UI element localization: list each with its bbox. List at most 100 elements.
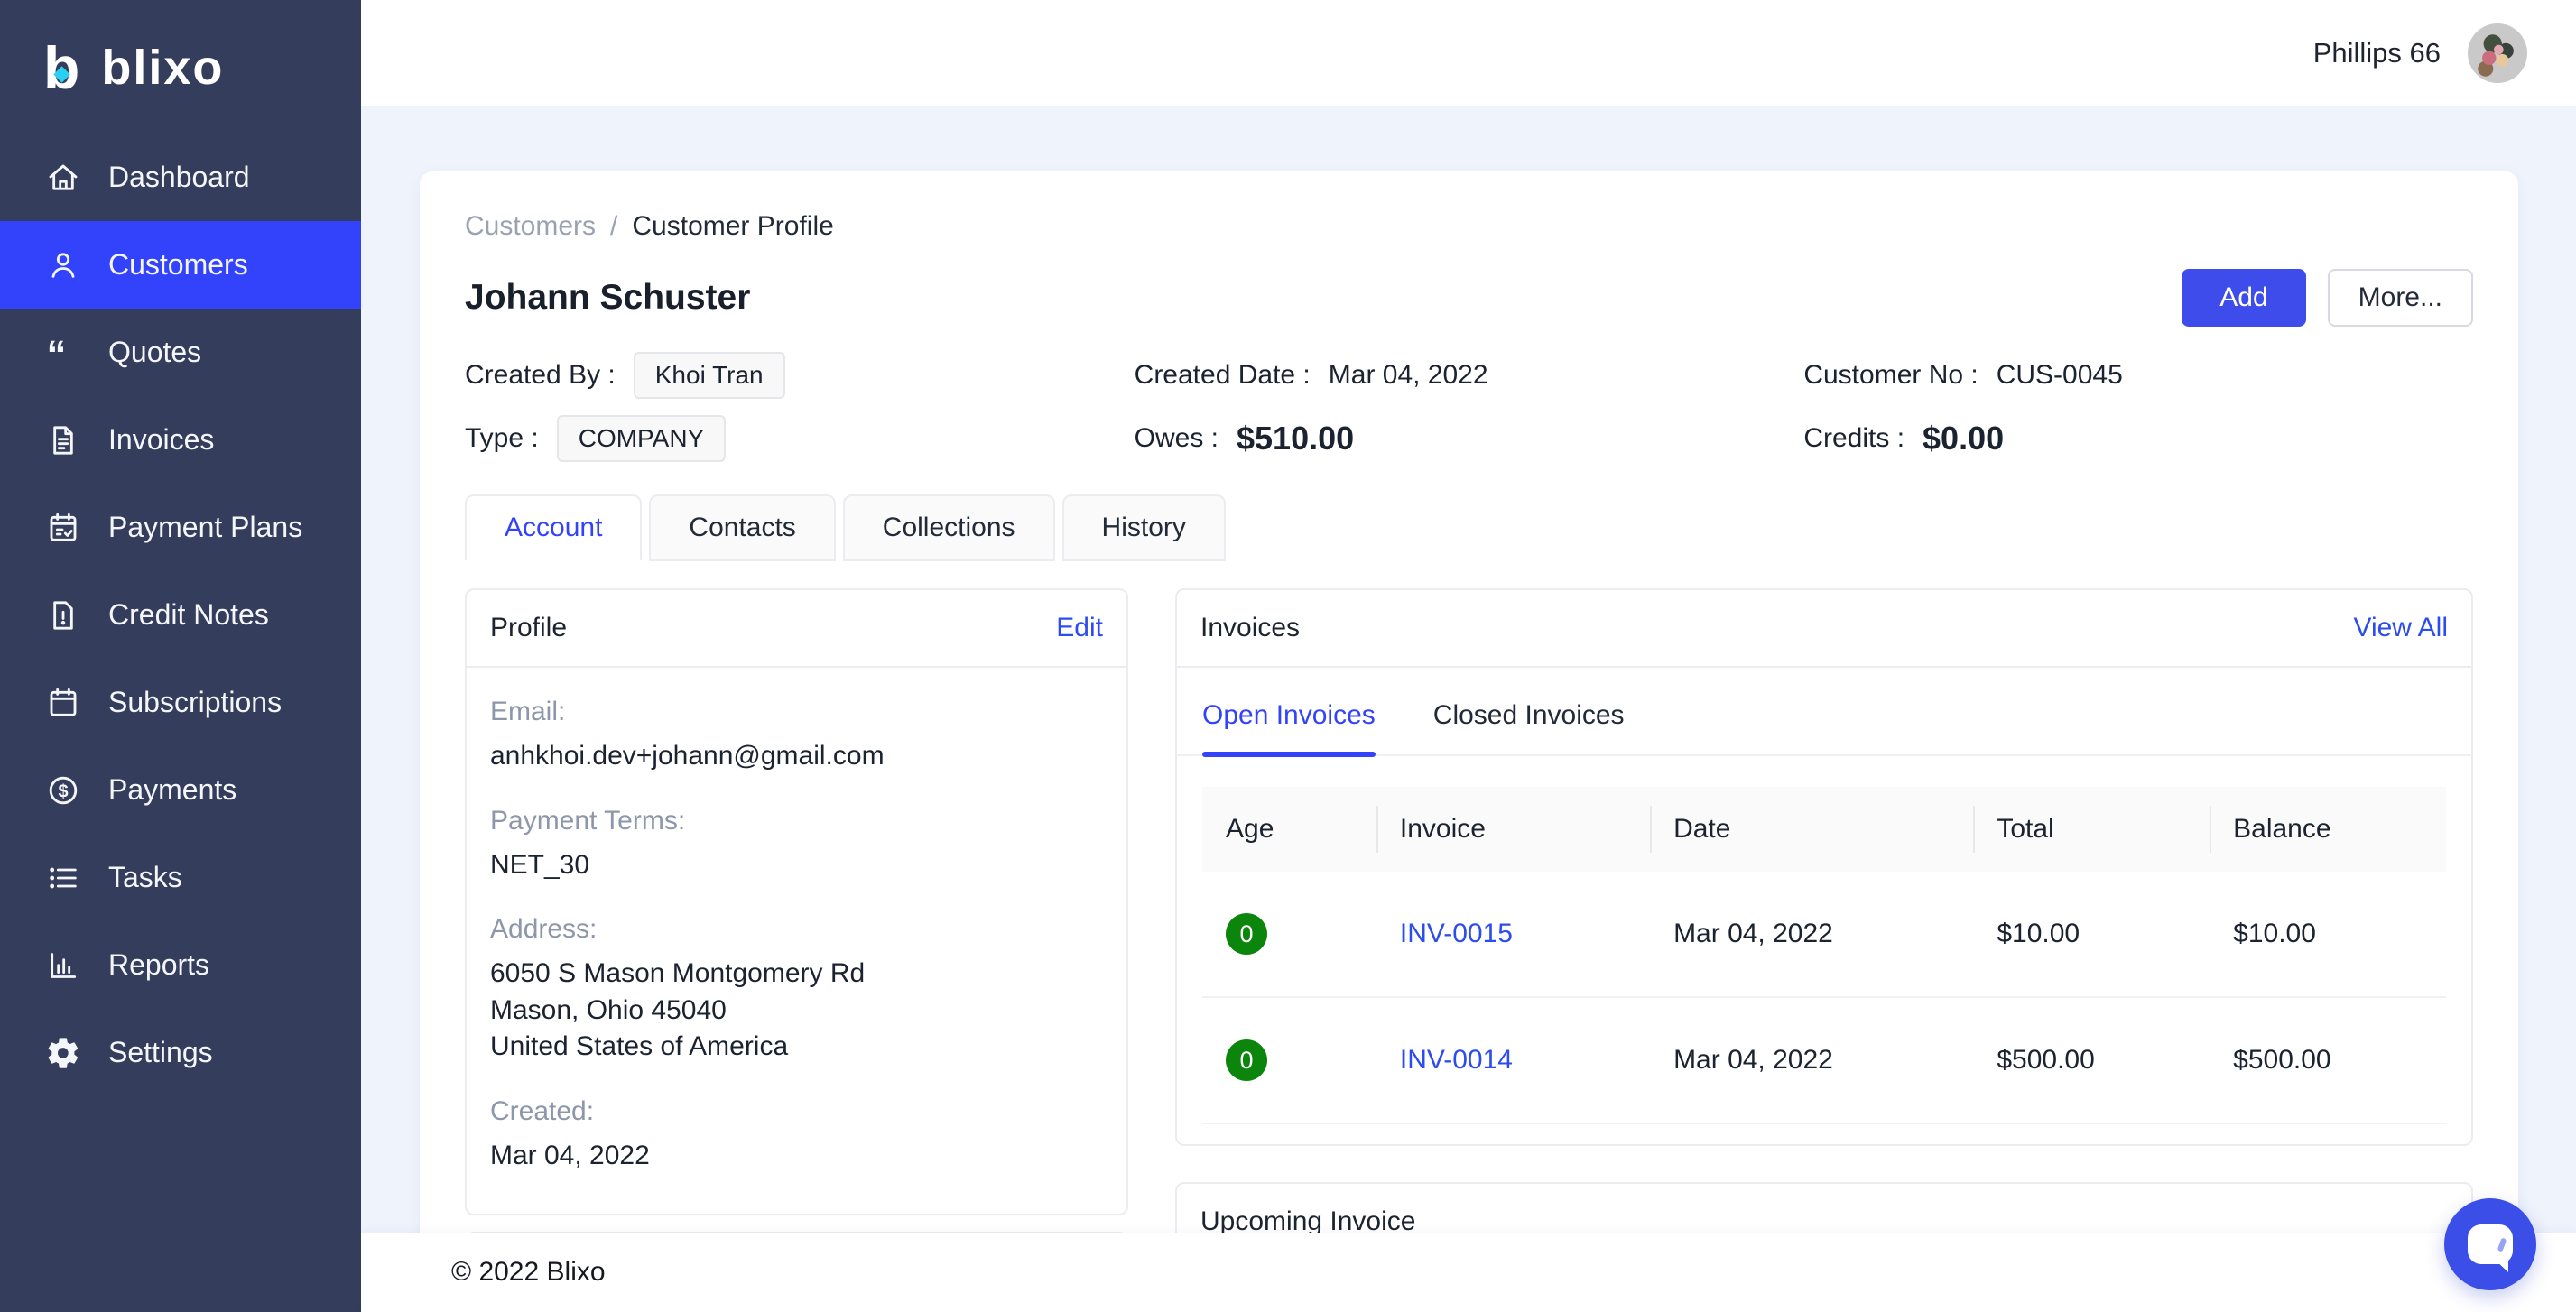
tab-open-invoices[interactable]: Open Invoices bbox=[1202, 689, 1376, 754]
right-column: Invoices View All Open Invoices Closed I… bbox=[1175, 588, 2473, 1312]
field-value: Mason, Ohio 45040 bbox=[490, 993, 1103, 1030]
column-date: Date bbox=[1650, 787, 1973, 872]
field-label: Address: bbox=[490, 914, 1103, 945]
sidebar-item-payments[interactable]: $ Payments bbox=[0, 746, 361, 834]
meta-label: Type : bbox=[465, 423, 539, 454]
view-all-link[interactable]: View All bbox=[2353, 613, 2448, 643]
meta-credits: Credits : $0.00 bbox=[1803, 420, 2473, 457]
invoices-tabbar: Open Invoices Closed Invoices bbox=[1177, 689, 2471, 756]
home-icon bbox=[45, 160, 81, 196]
blixo-logo-mark: b bbox=[43, 38, 79, 97]
profile-card-title: Profile bbox=[490, 613, 567, 643]
svg-text:$: $ bbox=[58, 781, 68, 801]
account-name[interactable]: Phillips 66 bbox=[2313, 37, 2441, 69]
profile-card: Profile Edit Email: anhkhoi.dev+johann@g… bbox=[465, 588, 1128, 1215]
svg-text:“: “ bbox=[47, 335, 67, 371]
profile-field-address: Address: 6050 S Mason Montgomery Rd Maso… bbox=[490, 914, 1103, 1066]
breadcrumb-customers[interactable]: Customers bbox=[465, 211, 596, 242]
customer-meta: Created By : Khoi Tran Created Date : Ma… bbox=[465, 352, 2473, 462]
tab-contacts[interactable]: Contacts bbox=[649, 494, 835, 561]
add-button[interactable]: Add bbox=[2182, 269, 2305, 327]
profile-tabs: Account Contacts Collections History bbox=[465, 494, 2473, 561]
sidebar-item-label: Customers bbox=[108, 248, 248, 282]
tab-account[interactable]: Account bbox=[465, 494, 642, 561]
chat-launcher-button[interactable] bbox=[2444, 1198, 2536, 1290]
sidebar-item-label: Settings bbox=[108, 1036, 213, 1069]
invoice-cell: INV-0014 bbox=[1376, 997, 1650, 1123]
sidebar-item-label: Quotes bbox=[108, 336, 201, 369]
meta-label: Created By : bbox=[465, 360, 616, 391]
sidebar-item-reports[interactable]: Reports bbox=[0, 921, 361, 1009]
tab-history[interactable]: History bbox=[1062, 494, 1226, 561]
invoices-card-header: Invoices View All bbox=[1177, 590, 2471, 668]
meta-created-by: Created By : Khoi Tran bbox=[465, 352, 1135, 399]
title-row: Johann Schuster Add More... bbox=[465, 269, 2473, 327]
chat-bubble-icon bbox=[2468, 1224, 2513, 1264]
date-cell: Mar 04, 2022 bbox=[1650, 872, 1973, 997]
copyright-text: © 2022 Blixo bbox=[451, 1257, 606, 1288]
table-row: 0 INV-0015 Mar 04, 2022 $10.00 $10.00 bbox=[1202, 872, 2446, 997]
sidebar-item-label: Invoices bbox=[108, 423, 214, 457]
balance-cell: $10.00 bbox=[2210, 872, 2446, 997]
dollar-circle-icon: $ bbox=[45, 772, 81, 808]
sidebar-item-dashboard[interactable]: Dashboard bbox=[0, 134, 361, 221]
invoice-file-icon bbox=[45, 422, 81, 458]
left-column: Profile Edit Email: anhkhoi.dev+johann@g… bbox=[465, 588, 1128, 1295]
field-label: Created: bbox=[490, 1096, 1103, 1127]
tab-closed-invoices[interactable]: Closed Invoices bbox=[1433, 689, 1625, 754]
blixo-logo[interactable]: b blixo bbox=[0, 0, 361, 134]
credits-amount: $0.00 bbox=[1923, 420, 2004, 457]
meta-label: Credits : bbox=[1803, 423, 1904, 454]
created-by-chip: Khoi Tran bbox=[634, 352, 785, 399]
main-panel: Customers / Customer Profile Johann Schu… bbox=[420, 171, 2518, 1312]
meta-label: Customer No : bbox=[1803, 360, 1978, 391]
blixo-logo-text: blixo bbox=[101, 40, 224, 96]
field-label: Payment Terms: bbox=[490, 806, 1103, 836]
total-cell: $500.00 bbox=[1973, 997, 2210, 1123]
invoice-cell: INV-0015 bbox=[1376, 872, 1650, 997]
account-tab-content: Profile Edit Email: anhkhoi.dev+johann@g… bbox=[465, 588, 2473, 1312]
more-button[interactable]: More... bbox=[2328, 269, 2473, 327]
sidebar-item-invoices[interactable]: Invoices bbox=[0, 396, 361, 484]
column-age: Age bbox=[1202, 787, 1376, 872]
balance-cell: $500.00 bbox=[2210, 997, 2446, 1123]
meta-created-date: Created Date : Mar 04, 2022 bbox=[1135, 360, 1804, 391]
age-cell: 0 bbox=[1202, 872, 1376, 997]
calendar-icon bbox=[45, 685, 81, 721]
edit-profile-link[interactable]: Edit bbox=[1056, 613, 1103, 643]
sidebar-item-label: Tasks bbox=[108, 861, 182, 894]
sidebar-item-credit-notes[interactable]: Credit Notes bbox=[0, 571, 361, 659]
column-invoice: Invoice bbox=[1376, 787, 1650, 872]
sidebar-item-subscriptions[interactable]: Subscriptions bbox=[0, 659, 361, 746]
sidebar-item-label: Credit Notes bbox=[108, 598, 269, 632]
profile-card-header: Profile Edit bbox=[467, 590, 1126, 668]
invoices-card: Invoices View All Open Invoices Closed I… bbox=[1175, 588, 2473, 1146]
field-value: anhkhoi.dev+johann@gmail.com bbox=[490, 738, 1103, 775]
open-invoices-table: Age Invoice Date Total Balance 0 INV-001… bbox=[1202, 787, 2446, 1124]
sidebar-item-quotes[interactable]: “ Quotes bbox=[0, 309, 361, 396]
column-total: Total bbox=[1973, 787, 2210, 872]
sidebar-item-customers[interactable]: Customers bbox=[0, 221, 361, 309]
profile-field-created: Created: Mar 04, 2022 bbox=[490, 1096, 1103, 1175]
meta-label: Owes : bbox=[1135, 423, 1219, 454]
invoice-link[interactable]: INV-0014 bbox=[1400, 1045, 1513, 1075]
sidebar: b blixo Dashboard Customers “ Quotes Inv… bbox=[0, 0, 361, 1312]
page-title: Johann Schuster bbox=[465, 278, 750, 318]
invoice-link[interactable]: INV-0015 bbox=[1400, 919, 1513, 948]
quotes-icon: “ bbox=[45, 335, 81, 371]
sidebar-item-settings[interactable]: Settings bbox=[0, 1009, 361, 1096]
meta-label: Created Date : bbox=[1135, 360, 1311, 391]
avatar[interactable] bbox=[2468, 23, 2527, 83]
sidebar-nav: Dashboard Customers “ Quotes Invoices Pa… bbox=[0, 134, 361, 1096]
profile-field-email: Email: anhkhoi.dev+johann@gmail.com bbox=[490, 697, 1103, 775]
table-header-row: Age Invoice Date Total Balance bbox=[1202, 787, 2446, 872]
file-alert-icon bbox=[45, 597, 81, 633]
sidebar-item-tasks[interactable]: Tasks bbox=[0, 834, 361, 921]
sidebar-item-payment-plans[interactable]: Payment Plans bbox=[0, 484, 361, 571]
sidebar-item-label: Payments bbox=[108, 773, 236, 807]
meta-customer-no: Customer No : CUS-0045 bbox=[1803, 360, 2473, 391]
tab-collections[interactable]: Collections bbox=[843, 494, 1055, 561]
profile-field-payment-terms: Payment Terms: NET_30 bbox=[490, 806, 1103, 884]
total-cell: $10.00 bbox=[1973, 872, 2210, 997]
sidebar-item-label: Dashboard bbox=[108, 161, 250, 194]
